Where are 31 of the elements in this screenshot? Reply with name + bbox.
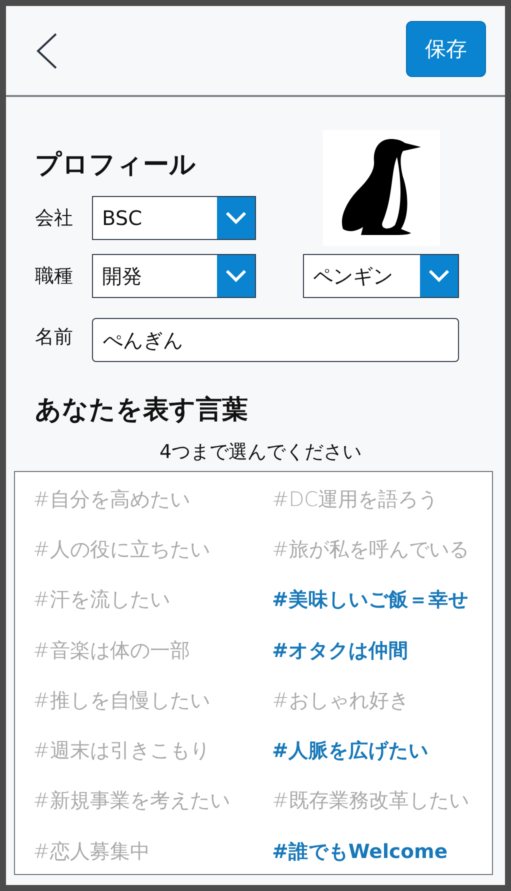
company-select[interactable]: BSC (92, 196, 256, 240)
job-select[interactable]: 開発 (92, 254, 256, 298)
tag-item[interactable]: #誰でもWelcome (272, 838, 448, 865)
profile-title: プロフィール (35, 149, 197, 182)
tag-item[interactable]: #推しを自慢したい (33, 686, 210, 714)
job-label: 職種 (35, 264, 74, 289)
tag-item[interactable]: #人の役に立ちたい (33, 536, 210, 563)
tag-item[interactable]: #既存業務改革したい (272, 787, 469, 814)
tag-item[interactable]: #オタクは仲間 (272, 636, 408, 664)
words-title: あなたを表す言葉 (35, 394, 249, 427)
chevron-down-icon (225, 211, 247, 225)
chevron-down-icon (428, 269, 450, 283)
hint-text: 4つまで選んでください (158, 440, 363, 465)
tag-item[interactable]: #新規事業を考えたい (33, 787, 230, 814)
company-label: 会社 (35, 206, 74, 231)
tag-item[interactable]: #おしゃれ好き (272, 686, 409, 714)
back-icon[interactable] (36, 32, 58, 68)
tag-item[interactable]: #恋人募集中 (33, 838, 150, 865)
animal-select[interactable]: ペンギン (303, 254, 459, 298)
name-field[interactable]: ぺんぎん (92, 318, 459, 362)
save-button[interactable]: 保存 (406, 20, 486, 76)
chevron-down-icon (225, 269, 247, 283)
tag-item[interactable]: #DC運用を語ろう (272, 486, 438, 513)
tag-item[interactable]: #美味しいご飯＝幸せ (272, 586, 468, 614)
name-label: 名前 (35, 325, 74, 350)
tag-item[interactable]: #旅が私を呼んでいる (272, 536, 469, 563)
tag-item[interactable]: #自分を高めたい (33, 486, 190, 513)
tag-item[interactable]: #音楽は体の一部 (33, 636, 190, 664)
tag-item[interactable]: #人脈を広げたい (272, 737, 428, 764)
tag-item[interactable]: #汗を流したい (33, 586, 170, 614)
tag-item[interactable]: #週末は引きこもり (33, 737, 210, 764)
